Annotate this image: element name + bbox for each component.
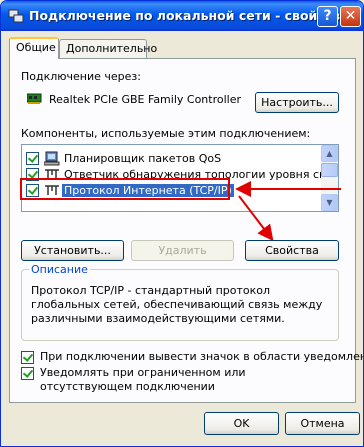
scroll-down-icon[interactable]: ▼ [321,194,338,211]
title-bar[interactable]: Подключение по локальной сети - свойства… [1,1,363,31]
configure-button[interactable]: Настроить... [255,92,339,113]
show-icon-option[interactable]: При подключении вывести значок в области… [21,350,363,364]
show-icon-checkbox[interactable] [21,351,34,364]
device-box: Realtek PCIe GBE Family Controller [21,89,247,111]
properties-dialog: Подключение по локальной сети - свойства… [0,0,364,447]
device-name: Realtek PCIe GBE Family Controller [49,93,242,106]
list-scrollbar[interactable]: ▲ ▼ [321,145,338,211]
connect-using-label: Подключение через: [21,70,141,83]
description-title: Описание [29,263,90,276]
tab-general[interactable]: Общие [9,37,59,59]
ok-button[interactable]: OK [204,412,279,435]
remove-button[interactable]: Удалить [131,240,234,261]
network-connection-icon [8,9,24,23]
network-adapter-icon [27,93,42,104]
notify-checkbox[interactable] [21,367,34,380]
window-title: Подключение по локальной сети - свойства [29,8,349,23]
annotation-highlight-box [20,178,230,200]
notify-label: Уведомлять при ограниченном или отсутств… [40,366,246,393]
help-button[interactable]: ? [317,6,338,27]
component-checkbox[interactable] [26,152,39,165]
component-label: Планировщик пакетов QoS [64,152,222,165]
list-item[interactable]: Планировщик пакетов QoS [22,150,322,167]
properties-button[interactable]: Свойства [245,240,339,261]
description-text: Протокол TCP/IP - стандартный протокол г… [31,284,323,325]
install-button[interactable]: Установить... [21,240,124,261]
notify-option[interactable]: Уведомлять при ограниченном или отсутств… [21,366,321,394]
components-label: Компоненты, используемые этим подключени… [21,127,311,140]
cancel-button[interactable]: Отмена [285,412,360,435]
tab-advanced[interactable]: Дополнительно [59,39,157,58]
show-icon-label: При подключении вывести значок в области… [40,350,364,363]
qos-icon [44,151,60,166]
scroll-up-icon[interactable]: ▲ [321,145,338,162]
scroll-thumb[interactable] [321,163,338,177]
close-button[interactable]: ✕ [340,6,361,27]
